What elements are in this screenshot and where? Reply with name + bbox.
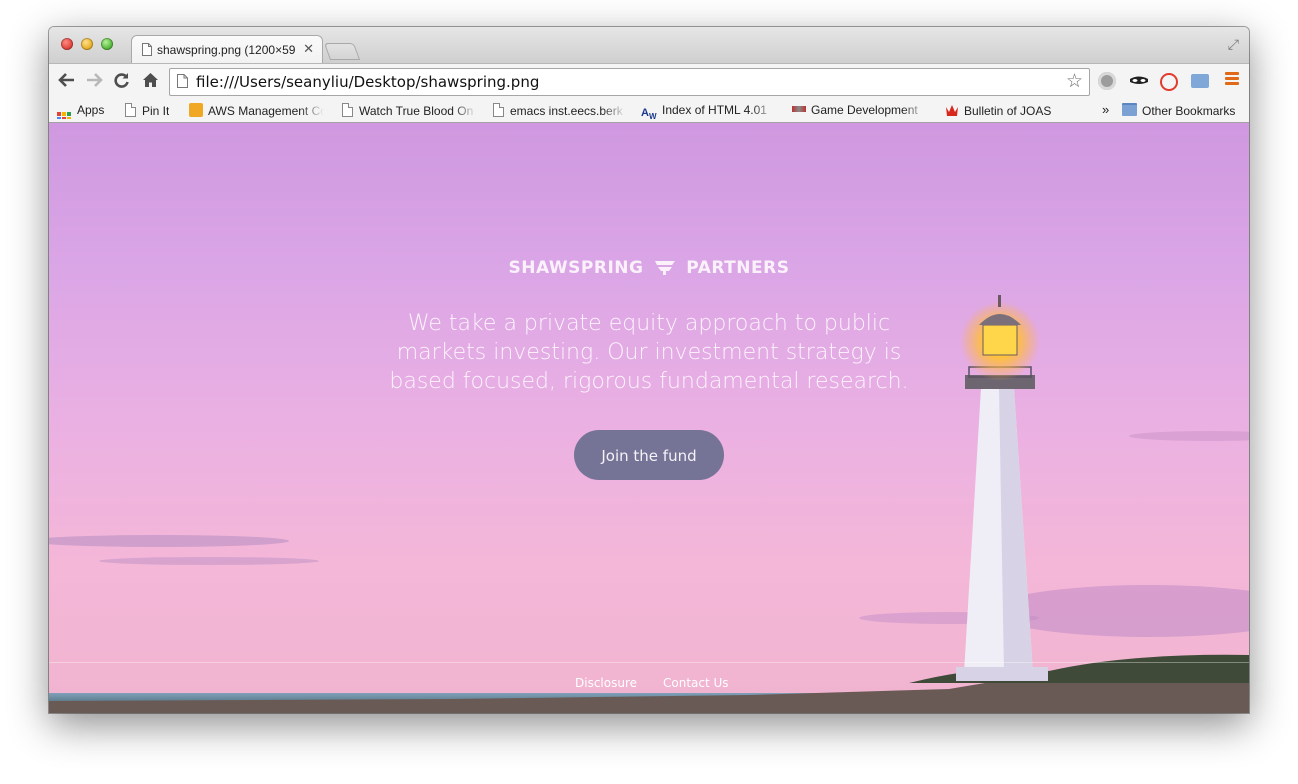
w3c-icon: AW — [641, 107, 657, 119]
extension-window-icon[interactable] — [1191, 74, 1209, 88]
bookmark-aws[interactable]: AWS Management Co — [189, 103, 324, 119]
address-bar[interactable]: file:///Users/seanyliu/Desktop/shawsprin… — [169, 68, 1090, 96]
browser-window: shawspring.png (1200×59 ✕ ⤢ file:///User… — [49, 27, 1249, 713]
forward-button[interactable] — [85, 72, 103, 91]
close-window-button[interactable] — [61, 38, 73, 50]
tab-active[interactable]: shawspring.png (1200×59 ✕ — [131, 35, 323, 64]
document-icon — [342, 103, 353, 117]
crown-icon — [945, 103, 959, 117]
bookmark-joas[interactable]: Bulletin of JOAS — [945, 103, 1051, 119]
hero-tagline: We take a private equity approach to pub… — [389, 311, 909, 394]
bookmark-game-dev[interactable]: Game Development — [792, 103, 927, 119]
extension-timer-icon[interactable] — [1160, 73, 1178, 91]
background-scene — [49, 295, 1249, 713]
page-icon — [177, 74, 188, 93]
brand-logo: SHAWSPRING PARTNERS — [508, 258, 790, 280]
extension-download-icon[interactable] — [1098, 72, 1116, 90]
forward-arrow-icon — [87, 73, 103, 87]
reload-button[interactable] — [113, 72, 130, 92]
tab-close-icon[interactable]: ✕ — [303, 41, 314, 57]
bookmark-true-blood[interactable]: Watch True Blood On — [342, 103, 477, 119]
document-icon — [125, 103, 136, 117]
tab-title: shawspring.png (1200×59 — [157, 43, 296, 57]
page-viewport: SHAWSPRING PARTNERS We take a private eq… — [49, 123, 1249, 713]
bookmark-html401[interactable]: AW Index of HTML 4.01 — [641, 103, 776, 119]
url-text[interactable]: file:///Users/seanyliu/Desktop/shawsprin… — [196, 73, 539, 91]
bookmarks-overflow-button[interactable]: » — [1102, 102, 1109, 118]
document-icon — [142, 43, 152, 61]
home-button[interactable] — [142, 72, 159, 91]
back-button[interactable] — [58, 72, 76, 91]
home-icon — [143, 73, 158, 87]
folder-icon — [1122, 103, 1137, 116]
contact-us-link[interactable]: Contact Us — [663, 676, 729, 690]
minimize-window-button[interactable] — [81, 38, 93, 50]
bookmark-apps[interactable]: Apps — [57, 103, 104, 119]
toolbar: file:///Users/seanyliu/Desktop/shawsprin… — [49, 63, 1249, 100]
reload-icon — [114, 73, 129, 88]
tab-strip: shawspring.png (1200×59 ✕ ⤢ — [49, 27, 1249, 64]
disclosure-link[interactable]: Disclosure — [575, 676, 637, 690]
document-icon — [493, 103, 504, 117]
extension-mask-icon[interactable] — [1129, 72, 1148, 90]
join-fund-button[interactable]: Join the fund — [574, 430, 724, 480]
back-arrow-icon — [58, 73, 74, 87]
aws-cube-icon — [189, 103, 203, 117]
bookmark-star-icon[interactable]: ☆ — [1066, 70, 1083, 93]
bookmarks-bar: Apps Pin It AWS Management Co Watch True… — [49, 99, 1249, 123]
bookmark-pin-it[interactable]: Pin It — [125, 103, 169, 119]
gamedev-icon — [792, 106, 806, 112]
chrome-menu-icon[interactable] — [1225, 72, 1239, 87]
fullscreen-icon[interactable]: ⤢ — [1228, 36, 1239, 53]
new-tab-button[interactable] — [323, 43, 361, 60]
zoom-window-button[interactable] — [101, 38, 113, 50]
apps-grid-icon — [57, 112, 71, 119]
bookmark-other[interactable]: Other Bookmarks — [1122, 103, 1235, 119]
brand-flag-icon — [654, 259, 676, 280]
bookmark-emacs[interactable]: emacs inst.eecs.berk — [493, 103, 626, 119]
footer-divider — [49, 662, 1249, 663]
